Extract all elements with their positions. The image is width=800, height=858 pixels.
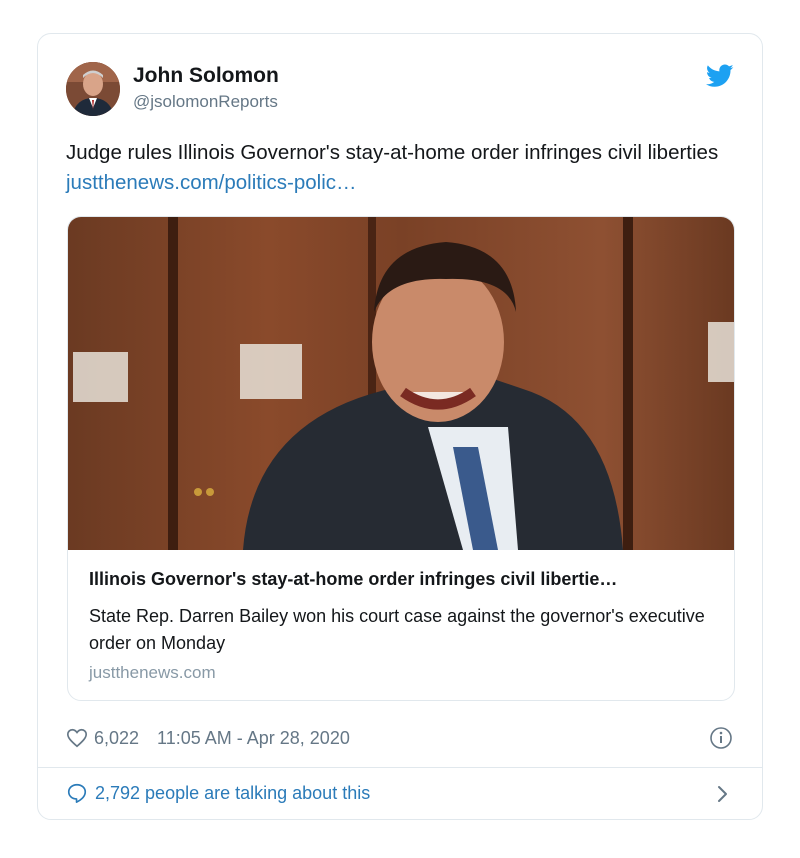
heart-icon[interactable] <box>66 727 88 749</box>
author-handle[interactable]: @jsolomonReports <box>133 92 278 112</box>
timestamp[interactable]: 11:05 AM - Apr 28, 2020 <box>157 728 350 749</box>
preview-domain: justthenews.com <box>89 663 216 682</box>
tweet-text: Judge rules Illinois Governor's stay-at-… <box>66 138 736 198</box>
avatar-image <box>66 62 120 116</box>
twitter-bird-icon[interactable] <box>706 64 734 88</box>
tweet-link[interactable]: justthenews.com/politics-polic… <box>66 171 357 194</box>
comment-bubble-icon <box>67 783 87 803</box>
preview-title[interactable]: Illinois Governor's stay-at-home order i… <box>89 569 719 590</box>
preview-image <box>68 217 734 550</box>
link-preview-card[interactable]: Illinois Governor's stay-at-home order i… <box>67 216 735 701</box>
tweet-body: Judge rules Illinois Governor's stay-at-… <box>66 141 719 164</box>
tweet-card: John Solomon @jsolomonReports Judge rule… <box>37 33 763 820</box>
like-count[interactable]: 6,022 <box>94 728 139 749</box>
author-name[interactable]: John Solomon <box>133 64 279 88</box>
tweet-meta: 6,022 11:05 AM - Apr 28, 2020 <box>66 726 350 750</box>
avatar[interactable] <box>66 62 120 116</box>
info-icon[interactable] <box>709 726 733 750</box>
talking-label[interactable]: 2,792 people are talking about this <box>95 783 370 804</box>
chevron-right-icon[interactable] <box>716 783 730 805</box>
divider <box>38 767 762 768</box>
talking-link[interactable]: 2,792 people are talking about this <box>66 782 370 804</box>
preview-description: State Rep. Darren Bailey won his court c… <box>89 606 705 653</box>
